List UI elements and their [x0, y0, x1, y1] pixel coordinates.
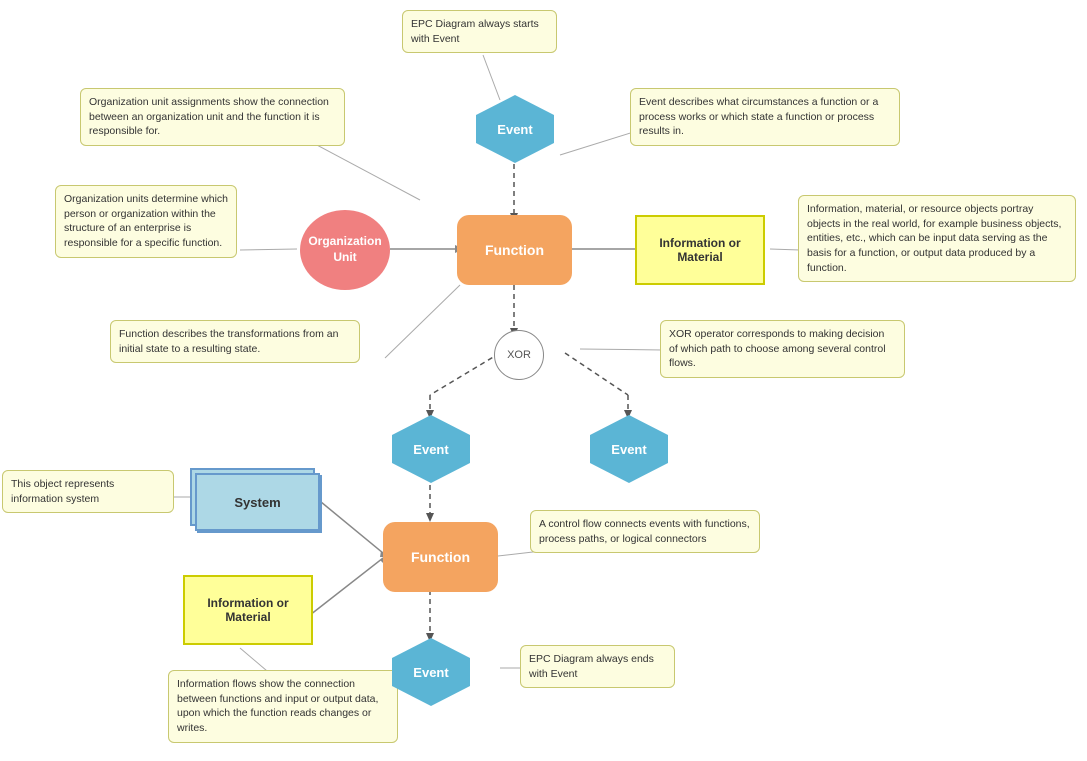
note-info-flow: Information flows show the connection be… — [168, 670, 398, 743]
note-event-describes: Event describes what circumstances a fun… — [630, 88, 900, 146]
xor-connector: XOR — [494, 330, 544, 380]
org-unit: Organization Unit — [300, 210, 390, 290]
event-5: Event — [392, 638, 470, 706]
event-1: Event — [476, 95, 554, 163]
note-epc-starts: EPC Diagram always starts with Event — [402, 10, 557, 53]
system-box: System — [195, 473, 320, 531]
event-3: Event — [590, 415, 668, 483]
note-xor: XOR operator corresponds to making decis… — [660, 320, 905, 378]
note-epc-ends: EPC Diagram always ends with Event — [520, 645, 675, 688]
note-control-flow: A control flow connects events with func… — [530, 510, 760, 553]
event-2: Event — [392, 415, 470, 483]
note-function-describes: Function describes the transformations f… — [110, 320, 360, 363]
note-system: This object represents information syste… — [2, 470, 174, 513]
note-org-assignment: Organization unit assignments show the c… — [80, 88, 345, 146]
note-org-determines: Organization units determine which perso… — [55, 185, 237, 258]
info-material-1: Information or Material — [635, 215, 765, 285]
diagram: EPC Diagram always starts with Event Org… — [0, 0, 1087, 761]
function-2: Function — [383, 522, 498, 592]
function-1: Function — [457, 215, 572, 285]
info-material-2: Information or Material — [183, 575, 313, 645]
note-info-material: Information, material, or resource objec… — [798, 195, 1076, 282]
